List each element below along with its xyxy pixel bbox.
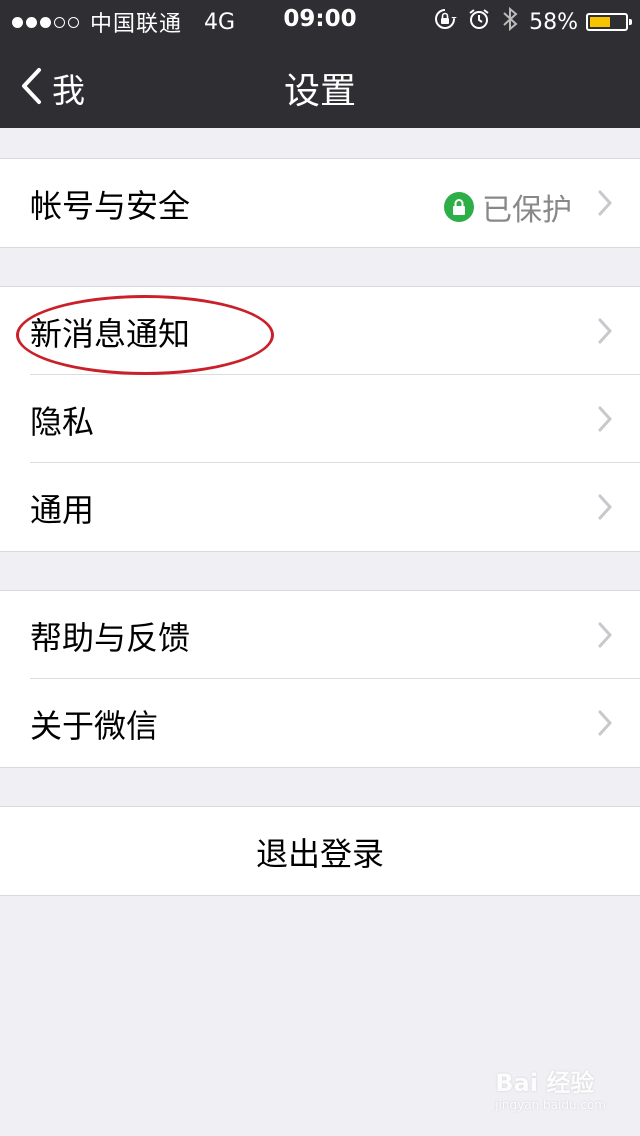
header-bar: 中国联通 4G 09:00 58% 我 设置 xyxy=(0,0,640,128)
watermark-logo: Bai 经验 jingyan.baidu.com xyxy=(495,1063,606,1112)
watermark-url: jingyan.baidu.com xyxy=(495,1098,606,1112)
new-message-notification-row[interactable]: 新消息通知 xyxy=(0,287,640,375)
chevron-right-icon xyxy=(598,406,613,436)
protection-status-text: 已保护 xyxy=(482,193,572,228)
chevron-right-icon xyxy=(598,318,613,348)
logout-label: 退出登录 xyxy=(255,835,384,873)
chevron-right-icon xyxy=(598,190,613,220)
battery-fill xyxy=(590,17,610,27)
settings-group-main: 新消息通知 隐私 通用 xyxy=(0,286,640,552)
settings-group-logout: 退出登录 xyxy=(0,806,640,896)
chevron-right-icon xyxy=(598,494,613,524)
help-feedback-label: 帮助与反馈 xyxy=(30,619,191,657)
chevron-right-icon xyxy=(598,710,613,740)
battery-tip xyxy=(629,19,632,25)
logout-button[interactable]: 退出登录 xyxy=(0,807,640,895)
about-wechat-label: 关于微信 xyxy=(30,707,159,745)
rotation-lock-icon xyxy=(433,7,458,37)
settings-group-account: 帐号与安全 已保护 xyxy=(0,158,640,248)
privacy-label: 隐私 xyxy=(30,403,95,441)
status-bar: 中国联通 4G 09:00 58% xyxy=(0,0,640,40)
chevron-right-icon xyxy=(598,622,613,652)
account-security-row[interactable]: 帐号与安全 已保护 xyxy=(0,159,640,247)
watermark-brand: Bai 经验 xyxy=(495,1069,595,1097)
battery-percent: 58% xyxy=(529,9,578,35)
lock-icon xyxy=(444,192,474,222)
page-title: 设置 xyxy=(283,71,356,112)
account-security-label: 帐号与安全 xyxy=(30,187,191,225)
privacy-row[interactable]: 隐私 xyxy=(0,375,640,463)
general-label: 通用 xyxy=(30,491,95,529)
bluetooth-icon xyxy=(501,6,519,38)
new-message-notification-label: 新消息通知 xyxy=(30,315,191,353)
alarm-icon xyxy=(467,7,491,37)
about-wechat-row[interactable]: 关于微信 xyxy=(0,679,640,767)
status-right: 58% xyxy=(433,6,632,38)
battery-icon xyxy=(586,13,632,31)
settings-group-help: 帮助与反馈 关于微信 xyxy=(0,590,640,768)
general-row[interactable]: 通用 xyxy=(0,463,640,551)
help-feedback-row[interactable]: 帮助与反馈 xyxy=(0,591,640,679)
protection-status: 已保护 xyxy=(444,185,572,229)
nav-bar: 我 设置 xyxy=(0,40,640,128)
